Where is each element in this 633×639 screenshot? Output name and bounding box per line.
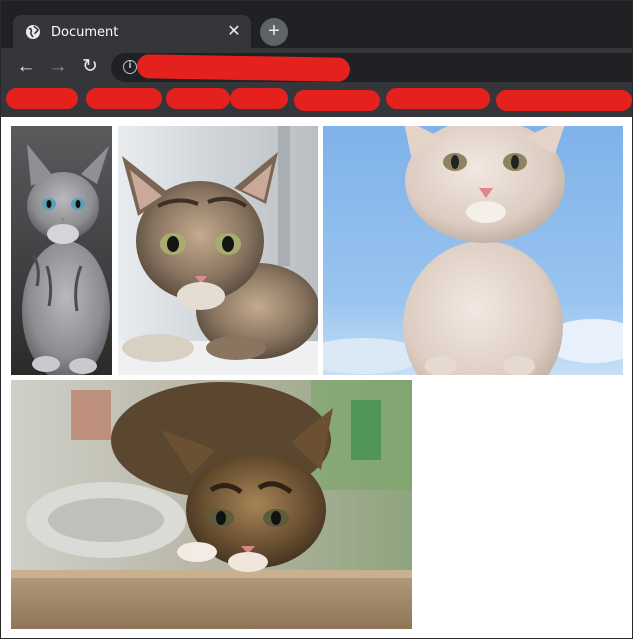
kitten-photo-white xyxy=(323,126,623,375)
info-icon[interactable]: i xyxy=(123,60,137,74)
redacted-bookmark[interactable] xyxy=(6,88,78,109)
back-button[interactable]: ← xyxy=(15,56,37,78)
tab-document[interactable]: Document ✕ xyxy=(13,15,251,49)
redacted-bookmark[interactable] xyxy=(386,88,490,109)
kitten-photo-tabby xyxy=(118,126,318,375)
kitten-photo-calico xyxy=(11,380,412,629)
forward-button[interactable]: → xyxy=(47,56,69,78)
redacted-url xyxy=(136,54,351,82)
toolbar: ← → ↻ i xyxy=(1,48,632,86)
bookmarks-bar xyxy=(1,86,632,117)
redacted-bookmark[interactable] xyxy=(86,88,162,109)
page-content xyxy=(1,117,632,638)
kitten-photo-gray xyxy=(11,126,112,375)
redacted-bookmark[interactable] xyxy=(496,90,632,111)
address-bar[interactable]: i xyxy=(111,53,632,82)
new-tab-button[interactable]: + xyxy=(260,18,288,46)
tab-title: Document xyxy=(51,24,119,40)
tab-strip: Document ✕ + xyxy=(1,1,632,49)
reload-button[interactable]: ↻ xyxy=(79,56,101,78)
browser-window: Document ✕ + ← → ↻ i xyxy=(0,0,633,639)
close-icon[interactable]: ✕ xyxy=(225,23,243,41)
globe-icon xyxy=(25,24,41,40)
redacted-bookmark[interactable] xyxy=(230,88,288,109)
redacted-bookmark[interactable] xyxy=(166,88,230,109)
redacted-bookmark[interactable] xyxy=(294,90,380,111)
